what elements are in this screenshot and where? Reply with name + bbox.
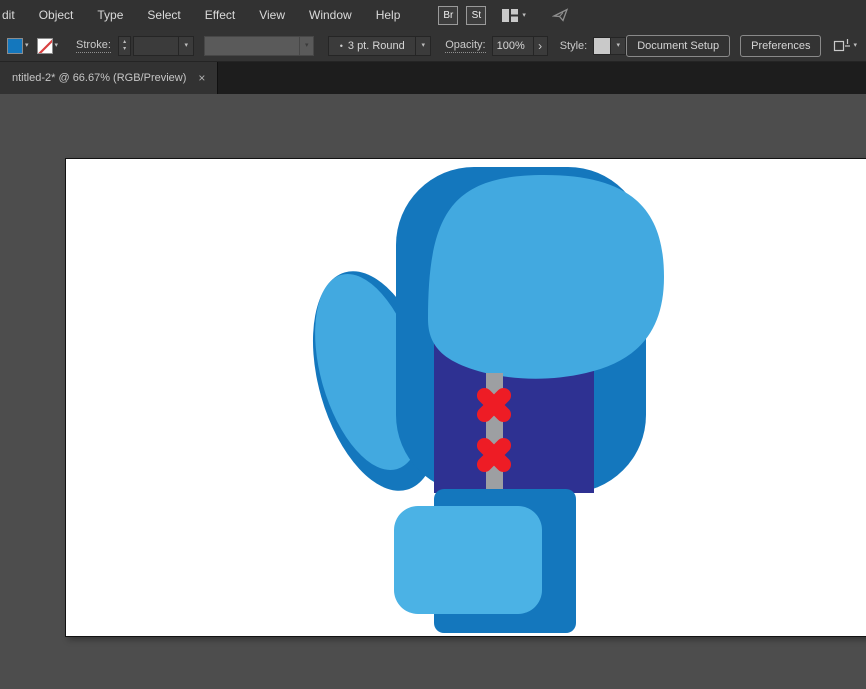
chevron-down-icon: ▾ [55, 42, 59, 49]
chevron-down-icon: ▾ [522, 12, 526, 19]
chevron-down-icon: ▾ [184, 42, 188, 49]
opacity-label[interactable]: Opacity: [445, 39, 485, 53]
style-swatch [593, 37, 611, 55]
artboard[interactable] [65, 158, 866, 637]
width-profile-preview [204, 36, 300, 56]
menu-type[interactable]: Type [85, 8, 135, 22]
boxing-glove-illustration[interactable] [66, 159, 866, 636]
cuff-shape[interactable] [394, 506, 542, 614]
stock-icon[interactable]: St [466, 6, 486, 25]
document-setup-button[interactable]: Document Setup [626, 35, 730, 57]
chevron-down-icon: ▾ [25, 42, 29, 49]
stroke-weight-dropdown[interactable]: ▾ [133, 36, 194, 56]
width-profile-dropdown: ▾ [204, 36, 314, 56]
document-tab-bar: ntitled-2* @ 66.67% (RGB/Preview) × [0, 62, 866, 94]
menu-select[interactable]: Select [135, 8, 192, 22]
share-document-button[interactable] [552, 8, 570, 22]
align-artboard-icon [833, 38, 851, 54]
mitt-top-shape[interactable] [428, 175, 664, 379]
menu-edit[interactable]: dit [0, 8, 27, 22]
menu-view[interactable]: View [247, 8, 297, 22]
menu-effect[interactable]: Effect [193, 8, 247, 22]
workspace-icon [502, 9, 518, 22]
chevron-down-icon: ▾ [421, 42, 425, 49]
stroke-none-swatch [37, 38, 53, 54]
fill-color-control[interactable]: ▾ [7, 38, 29, 54]
stepper-down-icon: ▾ [123, 46, 126, 52]
document-tab-title: ntitled-2* @ 66.67% (RGB/Preview) [12, 72, 186, 84]
stepper-up-icon: ▴ [123, 39, 126, 45]
preferences-button[interactable]: Preferences [740, 35, 821, 57]
menu-help[interactable]: Help [364, 8, 413, 22]
opacity-input[interactable] [492, 36, 534, 56]
brush-definition-dropdown[interactable]: • 3 pt. Round ▾ [328, 36, 431, 56]
menu-bar: dit Object Type Select Effect View Windo… [0, 0, 866, 30]
stroke-color-control[interactable]: ▾ [37, 38, 59, 54]
menu-object[interactable]: Object [27, 8, 86, 22]
chevron-down-icon: ▾ [853, 42, 857, 49]
align-options-control[interactable]: ▾ [833, 38, 857, 54]
stroke-weight-stepper[interactable]: ▴ ▾ [118, 36, 131, 56]
document-tab[interactable]: ntitled-2* @ 66.67% (RGB/Preview) × [0, 62, 218, 94]
workspace-switcher[interactable]: ▾ [502, 9, 526, 22]
close-icon[interactable]: × [198, 71, 205, 85]
fill-swatch [7, 38, 23, 54]
bridge-icon[interactable]: Br [438, 6, 458, 25]
chevron-down-icon: ▾ [305, 42, 309, 49]
menu-window[interactable]: Window [297, 8, 364, 22]
opacity-options-button[interactable]: › [534, 36, 548, 56]
chevron-down-icon: ▾ [616, 42, 620, 49]
stroke-label[interactable]: Stroke: [76, 39, 111, 53]
style-dropdown[interactable]: ▾ [593, 37, 626, 55]
canvas-area[interactable] [0, 94, 866, 689]
style-label[interactable]: Style: [560, 40, 588, 52]
control-bar: ▾ ▾ Stroke: ▴ ▾ ▾ ▾ • 3 pt. Round ▾ Opac… [0, 30, 866, 62]
share-icon [552, 8, 570, 22]
brush-tip-icon: • [340, 41, 343, 51]
brush-name: 3 pt. Round [348, 40, 405, 52]
